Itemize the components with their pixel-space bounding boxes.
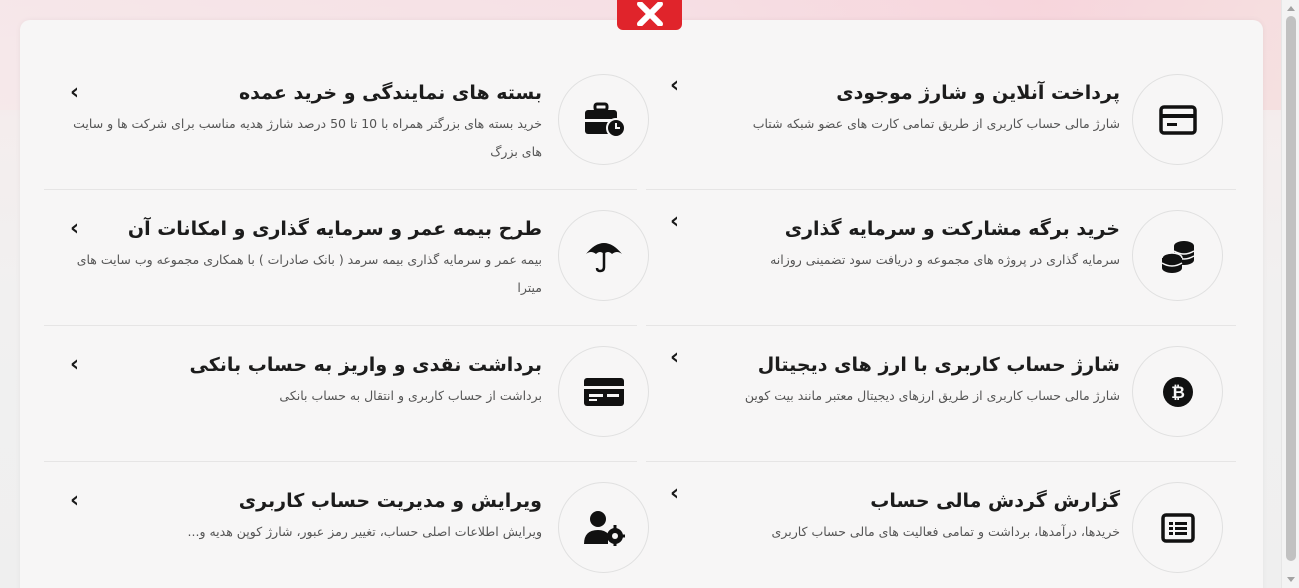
vertical-scrollbar[interactable]: [1281, 0, 1299, 588]
menu-item-title: بسته های نمایندگی و خرید عمده: [238, 82, 542, 104]
close-icon: [636, 2, 663, 26]
menu-item-title: خرید برگه مشارکت و سرمایه گذاری: [784, 218, 1120, 240]
finance-menu-modal: بسته های نمایندگی و خرید عمده خرید بسته …: [20, 20, 1263, 588]
chevron-left-icon: ‹: [70, 216, 80, 241]
chevron-left-icon: ‹: [670, 481, 680, 506]
umbrella-icon: [558, 210, 649, 301]
list-report-icon: [1132, 482, 1223, 573]
menu-item-description: سرمایه گذاری در پروژه های مجموعه و دریاف…: [770, 252, 1120, 267]
scrollbar-thumb[interactable]: [1286, 16, 1296, 561]
menu-item-account-settings[interactable]: ویرایش و مدیریت حساب کاربری ویرایش اطلاع…: [44, 462, 649, 588]
briefcase-clock-icon: [558, 74, 649, 165]
chevron-left-icon: ‹: [70, 488, 80, 513]
menu-item-title: طرح بیمه عمر و سرمایه گذاری و امکانات آن: [127, 218, 542, 240]
coins-icon: [1132, 210, 1223, 301]
menu-item-description: بیمه عمر و سرمایه گذاری بیمه سرمد ( بانک…: [76, 252, 542, 295]
chevron-left-icon: ‹: [70, 80, 80, 105]
menu-item-description: شارژ مالی حساب کاربری از طریق ارزهای دیج…: [744, 388, 1120, 403]
menu-item-title: پرداخت آنلاین و شارژ موجودی: [836, 82, 1120, 104]
chevron-left-icon: ‹: [670, 345, 680, 370]
menu-item-description: برداشت از حساب کاربری و انتقال به حساب ب…: [279, 388, 542, 403]
chevron-left-icon: ‹: [670, 209, 680, 234]
svg-text:₿: ₿: [1171, 383, 1185, 403]
menu-item-title: ویرایش و مدیریت حساب کاربری: [238, 490, 542, 512]
menu-item-description: شارژ مالی حساب کاربری از طریق تمامی کارت…: [752, 116, 1120, 131]
menu-item-financial-report[interactable]: گزارش گردش مالی حساب خریدها، درآمدها، بر…: [646, 462, 1236, 588]
menu-item-bulk-packages[interactable]: بسته های نمایندگی و خرید عمده خرید بسته …: [44, 54, 649, 190]
scroll-down-arrow-icon[interactable]: [1287, 577, 1295, 582]
bank-card-icon: [558, 346, 649, 437]
menu-item-title: برداشت نقدی و واریز به حساب بانکی: [189, 354, 542, 376]
menu-item-title: گزارش گردش مالی حساب: [870, 490, 1120, 512]
credit-card-icon: [1132, 74, 1223, 165]
scroll-up-arrow-icon[interactable]: [1287, 6, 1295, 11]
chevron-left-icon: ‹: [70, 352, 80, 377]
menu-item-description: ویرایش اطلاعات اصلی حساب، تغییر رمز عبور…: [187, 524, 542, 539]
menu-item-title: شارژ حساب کاربری با ارز های دیجیتال: [757, 354, 1120, 376]
bitcoin-icon: ₿: [1132, 346, 1223, 437]
close-button[interactable]: [617, 0, 682, 30]
menu-item-cash-withdraw[interactable]: برداشت نقدی و واریز به حساب بانکی برداشت…: [44, 326, 649, 462]
menu-item-online-payment[interactable]: پرداخت آنلاین و شارژ موجودی شارژ مالی حس…: [646, 54, 1236, 190]
menu-item-crypto-charge[interactable]: ₿ شارژ حساب کاربری با ارز های دیجیتال شا…: [646, 326, 1236, 462]
user-gear-icon: [558, 482, 649, 573]
menu-item-investment[interactable]: خرید برگه مشارکت و سرمایه گذاری سرمایه گ…: [646, 190, 1236, 326]
menu-item-description: خرید بسته های بزرگتر همراه با 10 تا 50 د…: [73, 116, 542, 159]
chevron-left-icon: ‹: [670, 73, 680, 98]
menu-item-life-insurance[interactable]: طرح بیمه عمر و سرمایه گذاری و امکانات آن…: [44, 190, 649, 326]
menu-item-description: خریدها، درآمدها، برداشت و تمامی فعالیت ه…: [771, 524, 1120, 539]
